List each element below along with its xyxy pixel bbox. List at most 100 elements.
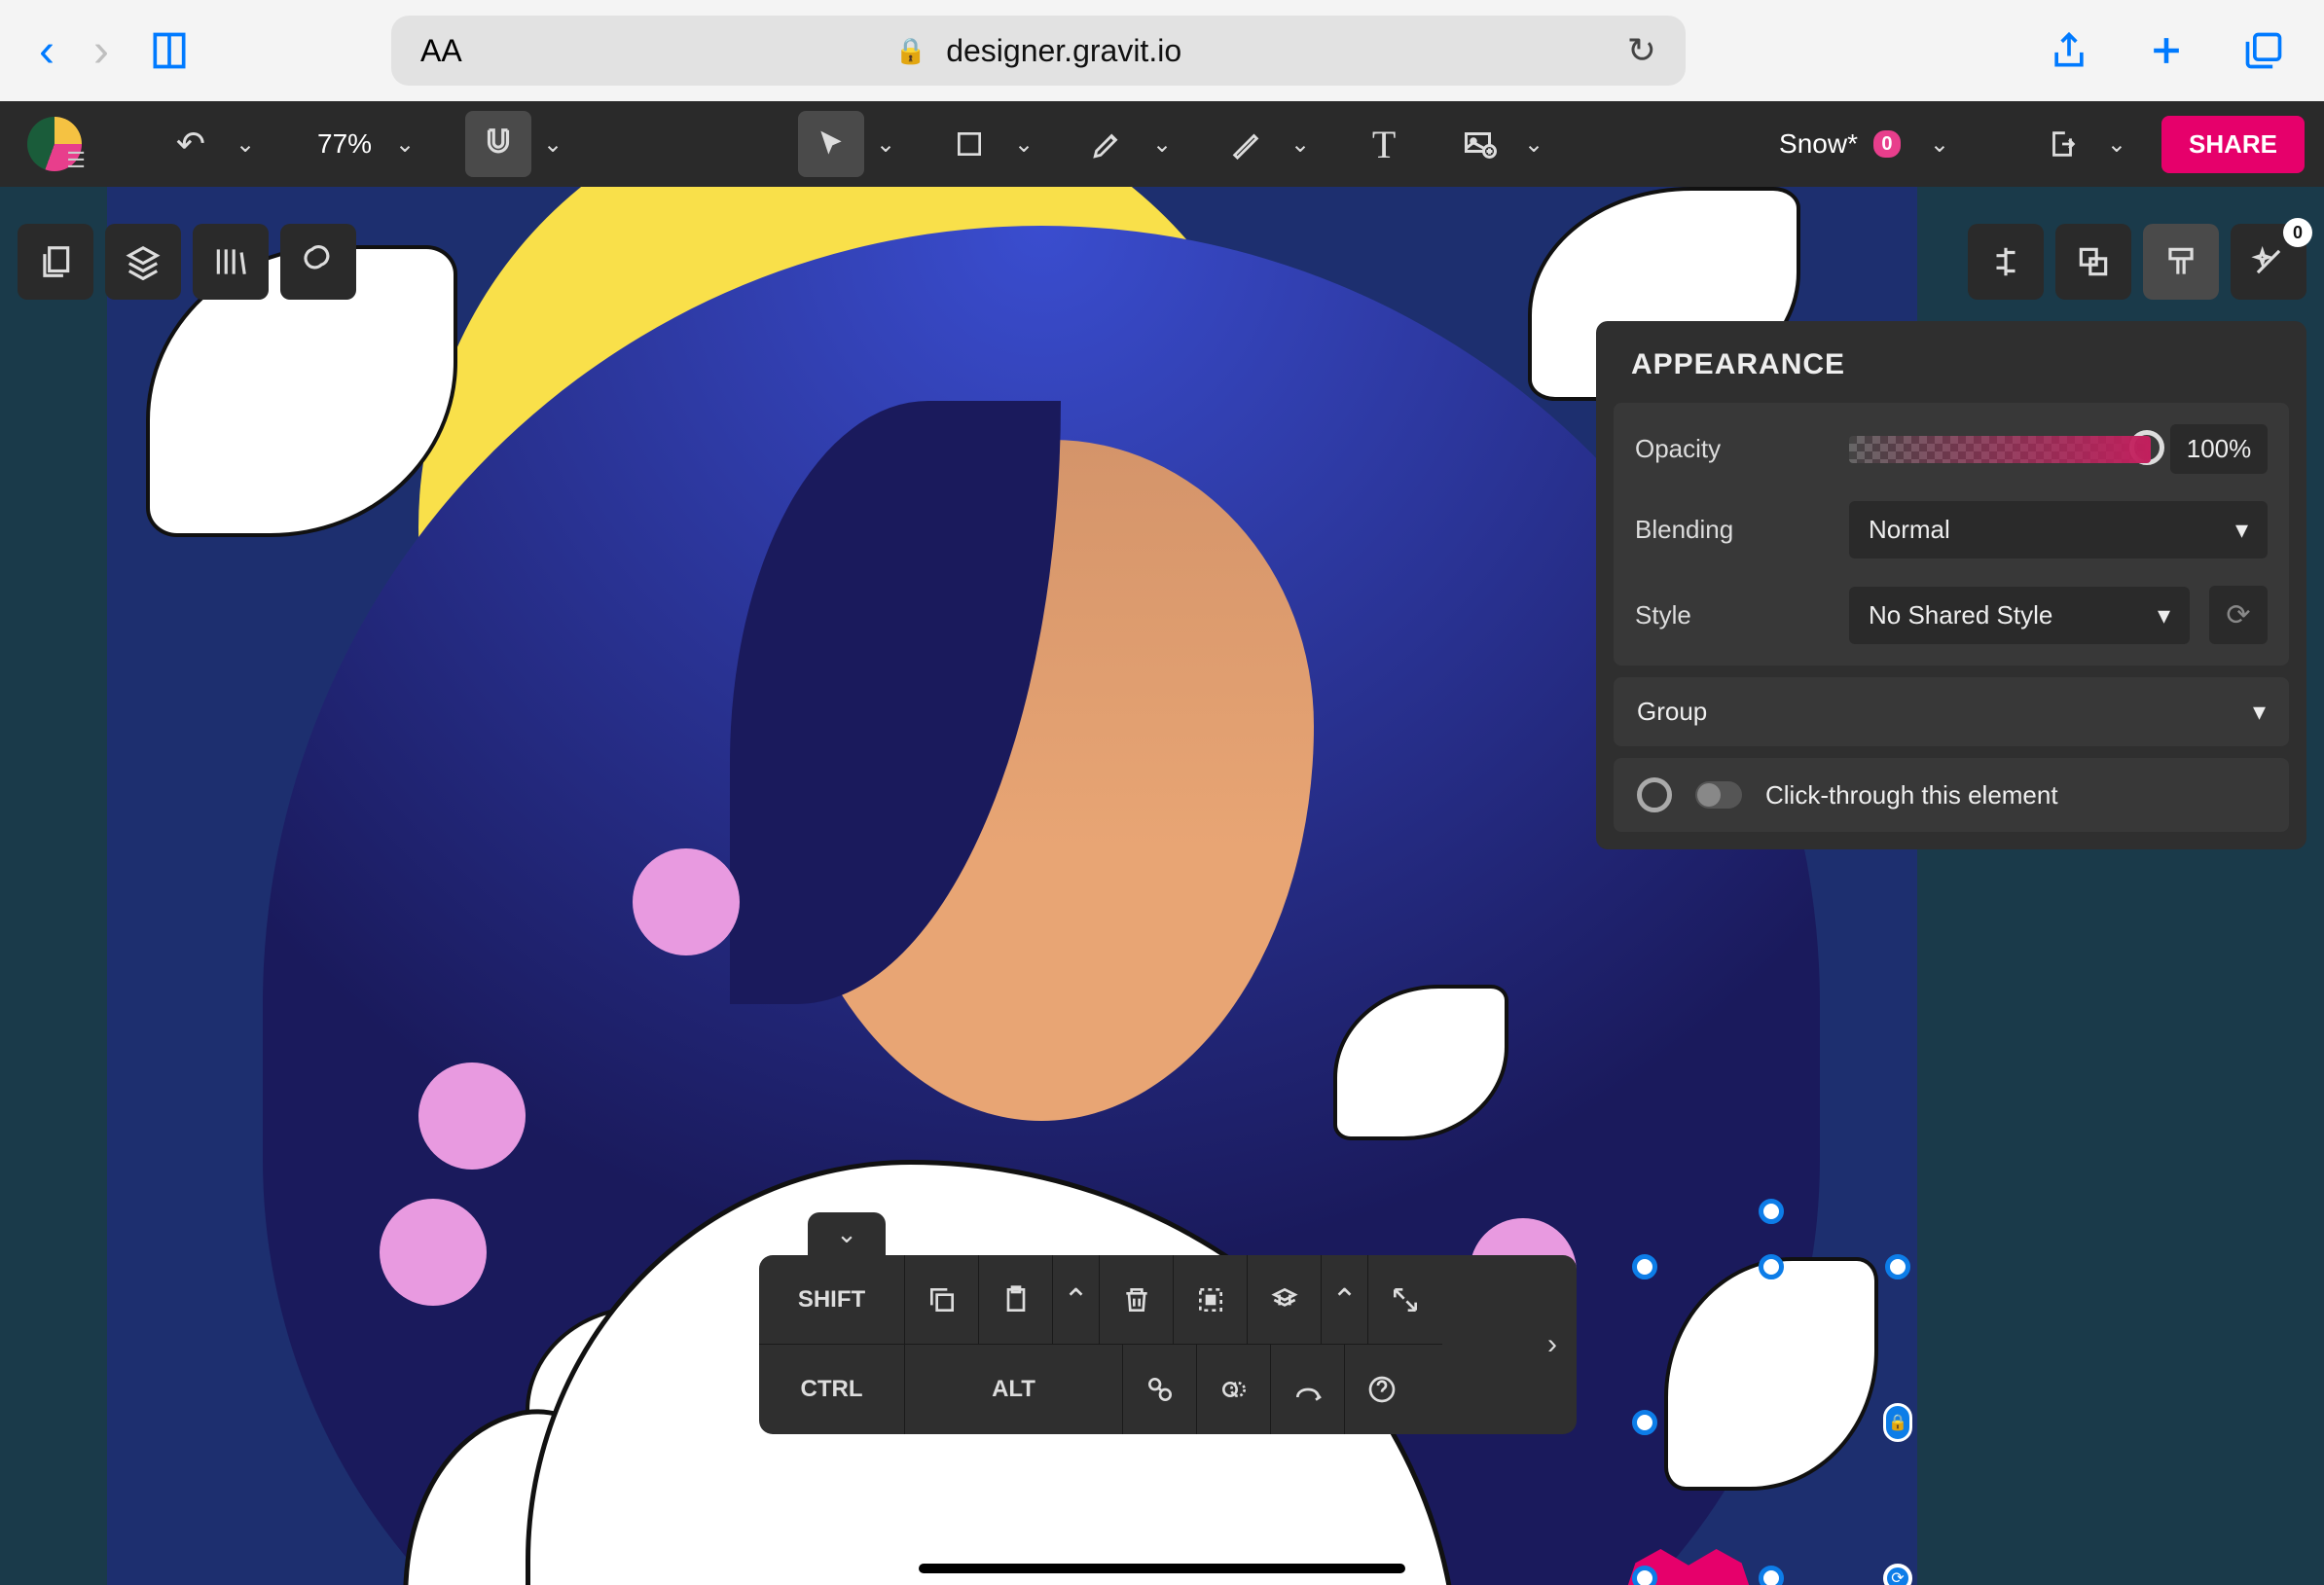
group-label: Group [1637, 697, 1707, 727]
selection-handle[interactable] [1632, 1410, 1657, 1435]
select-all-button[interactable] [1174, 1255, 1248, 1345]
delete-button[interactable] [1100, 1255, 1174, 1345]
selection-handle[interactable] [1885, 1254, 1910, 1279]
knife-dropdown[interactable]: ⌄ [1279, 111, 1322, 177]
transform-panel-button[interactable] [2055, 224, 2131, 300]
snap-button[interactable] [465, 111, 531, 177]
text-size-icon[interactable]: AA [420, 33, 462, 69]
snap-dropdown[interactable]: ⌄ [531, 111, 574, 177]
address-bar[interactable]: AA 🔒 designer.gravit.io ↻ [391, 16, 1686, 86]
selection-handle[interactable] [1759, 1199, 1784, 1224]
path-button[interactable] [1271, 1345, 1345, 1434]
menu-icon[interactable]: ☰ [66, 148, 86, 173]
expand-button[interactable] [1368, 1255, 1442, 1345]
ctrl-key[interactable]: CTRL [759, 1345, 905, 1434]
selection-lock-icon[interactable]: 🔒 [1883, 1403, 1912, 1442]
reload-icon[interactable]: ↻ [1627, 30, 1656, 71]
chevron-down-icon: ▾ [2235, 515, 2248, 545]
pointer-tool[interactable] [798, 111, 864, 177]
style-refresh-button[interactable]: ⟳ [2209, 586, 2268, 644]
selection-rotate-handle[interactable]: ⟳ [1883, 1564, 1912, 1585]
new-tab-icon[interactable] [2145, 29, 2188, 72]
opacity-slider[interactable] [1849, 436, 2151, 463]
left-panels [18, 224, 356, 300]
home-indicator[interactable] [919, 1564, 1405, 1573]
group-select[interactable]: Group ▾ [1614, 677, 2289, 746]
blending-label: Blending [1635, 515, 1830, 545]
flower-shape [418, 1063, 526, 1170]
pages-panel-button[interactable] [18, 224, 93, 300]
image-tool[interactable] [1446, 111, 1512, 177]
layers-panel-button[interactable] [105, 224, 181, 300]
opacity-label: Opacity [1635, 434, 1830, 464]
effects-panel-button[interactable]: 0 [2231, 224, 2306, 300]
style-label: Style [1635, 600, 1830, 630]
export-dropdown[interactable]: ⌄ [2095, 111, 2138, 177]
opacity-row: Opacity 100% [1614, 411, 2289, 487]
bookmarks-icon[interactable] [148, 29, 191, 72]
group-button[interactable] [1123, 1345, 1197, 1434]
selection-handle[interactable] [1632, 1566, 1657, 1585]
zoom-dropdown[interactable]: ⌄ [383, 111, 426, 177]
shift-key[interactable]: SHIFT [759, 1255, 905, 1345]
paste-dropdown[interactable]: ⌃ [1053, 1255, 1100, 1345]
toolbar-expand-button[interactable]: › [1528, 1255, 1577, 1434]
blending-row: Blending Normal ▾ [1614, 487, 2289, 572]
copy-button[interactable] [905, 1255, 979, 1345]
opacity-value[interactable]: 100% [2170, 424, 2268, 474]
share-button[interactable]: SHARE [2161, 116, 2305, 173]
knife-tool[interactable] [1213, 111, 1279, 177]
pen-dropdown[interactable]: ⌄ [1141, 111, 1183, 177]
libraries-panel-button[interactable] [193, 224, 269, 300]
clickthrough-toggle[interactable] [1695, 781, 1742, 809]
notification-badge[interactable]: 0 [1873, 130, 1901, 158]
alt-key[interactable]: ALT [905, 1345, 1123, 1434]
clickthrough-label: Click-through this element [1765, 780, 2058, 811]
pointer-dropdown[interactable]: ⌄ [864, 111, 907, 177]
share-icon[interactable] [2048, 29, 2090, 72]
arrange-button[interactable] [1248, 1255, 1322, 1345]
browser-chrome: ‹ › AA 🔒 designer.gravit.io ↻ [0, 0, 2324, 101]
selection-handle[interactable] [1759, 1566, 1784, 1585]
zoom-value[interactable]: 77% [306, 128, 383, 160]
selection-handle[interactable] [1759, 1254, 1784, 1279]
opacity-thumb[interactable] [2129, 430, 2164, 465]
clickthrough-row[interactable]: Click-through this element [1614, 758, 2289, 832]
app-toolbar: ☰ ↶ ⌄ 77% ⌄ ⌄ ⌄ ⌄ ⌄ ⌄ T [0, 101, 2324, 187]
mask-button[interactable] [1197, 1345, 1271, 1434]
flower-shape [633, 848, 740, 955]
blending-value: Normal [1869, 515, 1950, 545]
app-logo[interactable]: ☰ [19, 109, 90, 179]
url-text: designer.gravit.io [946, 33, 1181, 69]
chevron-down-icon: ▾ [2158, 600, 2170, 630]
back-button[interactable]: ‹ [39, 24, 54, 78]
shape-tool[interactable] [936, 111, 1002, 177]
forward-button[interactable]: › [93, 24, 109, 78]
toolbar-collapse-button[interactable]: ⌄ [808, 1212, 886, 1255]
pen-tool[interactable] [1074, 111, 1141, 177]
arrange-dropdown[interactable]: ⌃ [1322, 1255, 1368, 1345]
appearance-panel: APPEARANCE Opacity 100% Blending Normal … [1596, 321, 2306, 849]
undo-dropdown[interactable]: ⌄ [224, 111, 267, 177]
appearance-panel-button[interactable] [2143, 224, 2219, 300]
paste-button[interactable] [979, 1255, 1053, 1345]
tabs-icon[interactable] [2242, 29, 2285, 72]
selection-bounds[interactable]: 🔒 ⟳ [1645, 1267, 1898, 1578]
blending-select[interactable]: Normal ▾ [1849, 501, 2268, 558]
style-select[interactable]: No Shared Style ▾ [1849, 587, 2190, 644]
text-tool[interactable]: T [1351, 111, 1417, 177]
selection-handle[interactable] [1632, 1254, 1657, 1279]
style-value: No Shared Style [1869, 600, 2052, 630]
appearance-title: APPEARANCE [1596, 321, 2306, 403]
help-button[interactable] [1345, 1345, 1419, 1434]
undo-button[interactable]: ↶ [158, 111, 224, 177]
doc-dropdown[interactable]: ⌄ [1918, 111, 1961, 177]
shape-dropdown[interactable]: ⌄ [1002, 111, 1045, 177]
symbols-panel-button[interactable] [280, 224, 356, 300]
align-panel-button[interactable] [1968, 224, 2044, 300]
right-panels: 0 [1968, 224, 2306, 300]
document-name[interactable]: Snow* [1779, 128, 1858, 160]
image-dropdown[interactable]: ⌄ [1512, 111, 1555, 177]
chevron-down-icon: ▾ [2253, 697, 2266, 727]
export-button[interactable] [2029, 111, 2095, 177]
